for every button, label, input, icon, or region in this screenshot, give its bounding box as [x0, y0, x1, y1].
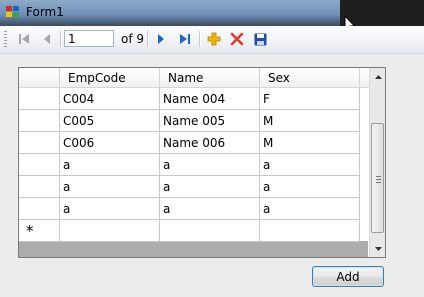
new-row-header[interactable]: *: [19, 220, 60, 242]
table-cell[interactable]: a: [260, 198, 360, 220]
new-row-indicator: *: [26, 222, 34, 240]
move-next-icon: [158, 34, 164, 44]
table-cell[interactable]: a: [160, 154, 260, 176]
vertical-scrollbar[interactable]: [369, 68, 385, 257]
table-cell[interactable]: a: [160, 198, 260, 220]
table-cell[interactable]: [260, 220, 360, 242]
table-cell[interactable]: [60, 220, 160, 242]
chevron-up-icon: [374, 74, 382, 79]
row-header[interactable]: [19, 154, 60, 176]
add-new-icon: [207, 32, 221, 46]
toolbar-grip[interactable]: [4, 31, 7, 47]
data-grid[interactable]: EmpCode Name Sex C004 Name 004 F C005 Name 0…: [18, 67, 386, 258]
move-first-icon: [19, 34, 29, 44]
move-previous-button[interactable]: [38, 30, 56, 48]
save-button[interactable]: [251, 30, 269, 48]
delete-icon: [230, 32, 244, 46]
chevron-down-icon: [374, 246, 382, 251]
grid-empty-area: [19, 241, 368, 257]
table-cell[interactable]: a: [60, 198, 160, 220]
title-bar: Form1: [0, 0, 424, 26]
table-cell[interactable]: M: [260, 132, 360, 154]
table-cell[interactable]: Name 004: [160, 88, 260, 110]
table-cell[interactable]: C004: [60, 88, 160, 110]
column-header-empcode[interactable]: EmpCode: [60, 68, 160, 88]
table-cell[interactable]: a: [60, 176, 160, 198]
top-left-header-cell[interactable]: [19, 68, 60, 88]
scroll-down-button[interactable]: [370, 240, 385, 257]
table-cell[interactable]: Name 006: [160, 132, 260, 154]
row-header[interactable]: [19, 88, 60, 110]
table-cell[interactable]: Name 005: [160, 110, 260, 132]
scroll-thumb[interactable]: [371, 123, 384, 233]
row-header[interactable]: [19, 110, 60, 132]
row-header[interactable]: [19, 176, 60, 198]
delete-button[interactable]: [228, 30, 246, 48]
table-cell[interactable]: a: [260, 176, 360, 198]
row-header[interactable]: [19, 198, 60, 220]
add-button[interactable]: Add: [312, 266, 384, 287]
table-cell[interactable]: F: [260, 88, 360, 110]
table-cell[interactable]: C005: [60, 110, 160, 132]
toolbar-separator: [199, 31, 201, 47]
scroll-up-button[interactable]: [370, 68, 385, 85]
binding-navigator: of 9: [0, 26, 424, 54]
table-cell[interactable]: C006: [60, 132, 160, 154]
table-cell[interactable]: a: [160, 176, 260, 198]
column-header-name[interactable]: Name: [160, 68, 260, 88]
table-cell[interactable]: M: [260, 110, 360, 132]
app-icon: [6, 6, 20, 18]
header-filler: [360, 68, 369, 88]
row-header[interactable]: [19, 132, 60, 154]
scroll-thumb-grip: [376, 176, 381, 183]
move-last-icon: [180, 34, 190, 44]
position-input[interactable]: [64, 30, 114, 47]
move-previous-icon: [44, 34, 50, 44]
window-title: Form1: [26, 5, 64, 19]
save-icon: [254, 33, 266, 45]
add-new-button[interactable]: [205, 30, 223, 48]
toolbar-separator: [60, 31, 62, 47]
column-header-sex[interactable]: Sex: [260, 68, 360, 88]
record-count-label: of 9: [121, 32, 145, 46]
move-next-button[interactable]: [152, 30, 170, 48]
toolbar-separator: [147, 31, 149, 47]
table-cell[interactable]: [160, 220, 260, 242]
move-first-button[interactable]: [15, 30, 33, 48]
table-cell[interactable]: a: [60, 154, 160, 176]
move-last-button[interactable]: [176, 30, 194, 48]
table-cell[interactable]: a: [260, 154, 360, 176]
